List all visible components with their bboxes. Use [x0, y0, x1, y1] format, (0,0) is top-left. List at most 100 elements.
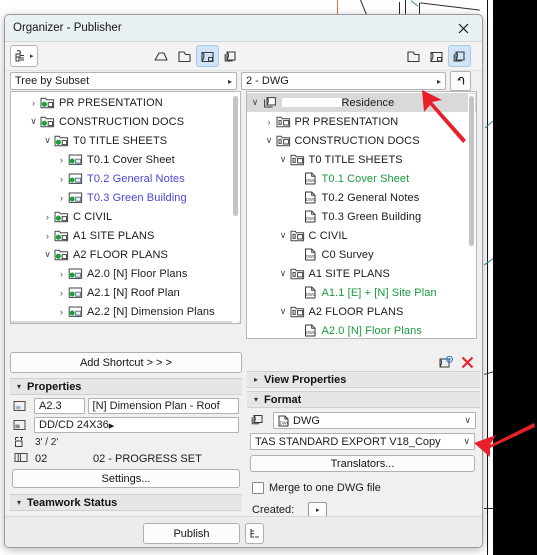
- chevron-down-icon[interactable]: ∨: [41, 249, 54, 260]
- chevron-right-icon[interactable]: ›: [55, 155, 68, 165]
- tree-row[interactable]: ∨ CONSTRUCTION DOCS: [247, 131, 477, 150]
- close-icon[interactable]: [452, 18, 474, 38]
- publisher-sets-icon[interactable]: [219, 45, 242, 67]
- publisher-sets-icon[interactable]: [448, 45, 471, 67]
- chevron-down-icon: ∨: [463, 436, 470, 446]
- layout-id-field[interactable]: A2.3: [34, 398, 85, 414]
- chevron-down-icon[interactable]: ∨: [277, 154, 290, 165]
- tree-row[interactable]: ∨ A2 FLOOR PLANS: [247, 302, 477, 321]
- svg-text:DWG: DWG: [306, 292, 316, 297]
- tree-view-icon[interactable]: ▸: [10, 45, 38, 67]
- right-tree-scrollbar[interactable]: [468, 94, 475, 338]
- chevron-right-icon[interactable]: ›: [55, 307, 68, 317]
- tree-row[interactable]: › A2.1 [N] Roof Plan: [11, 283, 240, 302]
- tree-row-label: A2 FLOOR PLANS: [308, 305, 404, 318]
- tree-row[interactable]: DWG T0.1 Cover Sheet: [247, 169, 477, 188]
- tree-row[interactable]: ∨ A1 SITE PLANS: [247, 264, 477, 283]
- publisher-set-icon: [262, 96, 278, 109]
- merge-dwg-checkbox[interactable]: [252, 482, 264, 494]
- view-map-icon[interactable]: [402, 45, 425, 67]
- publish-button[interactable]: Publish: [143, 523, 240, 544]
- dwg-file-icon: DWG: [304, 172, 318, 185]
- svg-text:DWG: DWG: [306, 197, 316, 202]
- tree-row[interactable]: ∨ A2 FLOOR PLANS: [11, 245, 240, 264]
- tree-row[interactable]: › T0.1 Cover Sheet: [11, 150, 240, 169]
- chevron-right-icon[interactable]: ›: [41, 231, 54, 241]
- tree-row[interactable]: › T0.2 General Notes: [11, 169, 240, 188]
- translator-select[interactable]: TAS STANDARD EXPORT V18_Copy ∨: [250, 433, 475, 450]
- chevron-right-icon[interactable]: ›: [27, 98, 40, 108]
- chevron-right-icon[interactable]: ›: [55, 193, 68, 203]
- tree-row[interactable]: › T0.3 Green Building: [11, 188, 240, 207]
- play-arrow-icon[interactable]: ▸: [308, 502, 328, 517]
- tree-row[interactable]: › A2.2 [N] Dimension Plans: [11, 302, 240, 321]
- dwg-folder-icon: [290, 153, 305, 166]
- tree-row[interactable]: › PR PRESENTATION: [11, 93, 240, 112]
- chevron-right-icon[interactable]: ›: [41, 212, 54, 222]
- tree-row[interactable]: ∨ CONSTRUCTION DOCS: [11, 112, 240, 131]
- tree-row[interactable]: ›A2.3 [N] Dimension Plan - Roof: [11, 321, 240, 323]
- tree-row[interactable]: DWG C0 Survey: [247, 245, 477, 264]
- properties-stamp-icon[interactable]: [439, 355, 453, 372]
- settings-button[interactable]: Settings...: [12, 469, 240, 488]
- remove-x-icon[interactable]: [461, 356, 474, 372]
- go-up-arrow-icon[interactable]: [450, 71, 471, 91]
- tree-mode-select[interactable]: Tree by Subset ▸: [10, 72, 237, 90]
- tree-row[interactable]: ∨ T0 TITLE SHEETS: [247, 150, 477, 169]
- dialog-title: Organizer - Publisher: [13, 22, 122, 34]
- tree-row-label: CONSTRUCTION DOCS: [294, 134, 420, 147]
- chevron-down-icon[interactable]: ∨: [41, 135, 54, 146]
- layout-book-tree[interactable]: › PR PRESENTATION ∨ CONSTRUCTION DOCS ∨ T0 TI…: [11, 92, 240, 323]
- chevron-down-icon[interactable]: ∨: [277, 230, 290, 241]
- layout-book-icon[interactable]: [425, 45, 448, 67]
- publisher-set-tree-pane[interactable]: ∨ Residence › PR PRESENTATION ∨ CONSTRUCTION …: [245, 91, 477, 339]
- dwg-folder-icon: [276, 115, 291, 128]
- tree-row[interactable]: ∨ Residence: [246, 93, 476, 112]
- tree-row[interactable]: ∨ T0 TITLE SHEETS: [11, 131, 240, 150]
- tree-row[interactable]: › PR PRESENTATION: [247, 112, 477, 131]
- format-type-select[interactable]: DWG DWG ∨: [273, 412, 476, 429]
- teamwork-section-header[interactable]: ▾ Teamwork Status: [10, 494, 242, 511]
- view-properties-section-header[interactable]: ▸ View Properties: [247, 371, 480, 388]
- left-tree-scrollbar[interactable]: [231, 94, 239, 323]
- chevron-down-icon[interactable]: ∨: [27, 116, 40, 127]
- chevron-down-icon[interactable]: ∨: [277, 268, 290, 279]
- format-section-header[interactable]: ▾ Format: [247, 391, 480, 408]
- chevron-down-icon[interactable]: ∨: [249, 97, 262, 108]
- translators-button[interactable]: Translators...: [250, 455, 475, 472]
- layout-book-icon[interactable]: [196, 45, 219, 67]
- tree-row[interactable]: › A2.0 [N] Floor Plans: [11, 264, 240, 283]
- publisher-set-select[interactable]: 2 - DWG ▸: [241, 72, 446, 90]
- tree-row-label: T0.1 Cover Sheet: [321, 172, 410, 185]
- chevron-down-icon[interactable]: ∨: [263, 135, 276, 146]
- properties-section-header[interactable]: ▾ Properties: [10, 378, 242, 395]
- toolbar: ▸: [5, 42, 482, 71]
- add-shortcut-button[interactable]: Add Shortcut > > >: [10, 352, 242, 373]
- tree-row-label: A1.1 [E] + [N] Site Plan: [321, 286, 437, 299]
- chevron-right-icon[interactable]: ›: [55, 288, 68, 298]
- dwg-folder-icon: [276, 134, 291, 147]
- chevron-right-icon[interactable]: ›: [263, 117, 276, 127]
- tree-row-label: T0.3 Green Building: [321, 210, 422, 223]
- merge-dwg-label: Merge to one DWG file: [269, 482, 381, 494]
- tree-row-label: CONSTRUCTION DOCS: [59, 115, 185, 128]
- tree-list-icon[interactable]: [245, 523, 264, 544]
- chevron-right-icon[interactable]: ›: [55, 174, 68, 184]
- project-map-icon[interactable]: [150, 45, 173, 67]
- tree-row[interactable]: DWG A1.1 [E] + [N] Site Plan: [247, 283, 477, 302]
- layout-name-field[interactable]: [N] Dimension Plan - Roof: [87, 398, 239, 414]
- tree-row[interactable]: DWG A2.0 [N] Floor Plans: [247, 321, 477, 338]
- tree-row[interactable]: DWG T0.2 General Notes: [247, 188, 477, 207]
- chevron-right-icon[interactable]: ›: [55, 269, 68, 279]
- layout-book-tree-pane[interactable]: › PR PRESENTATION ∨ CONSTRUCTION DOCS ∨ T0 TI…: [10, 91, 241, 324]
- chevron-down-icon[interactable]: ∨: [277, 306, 290, 317]
- tree-row[interactable]: ∨ C CIVIL: [247, 226, 477, 245]
- tree-row[interactable]: › C CIVIL: [11, 207, 240, 226]
- tree-row[interactable]: DWG T0.3 Green Building: [247, 207, 477, 226]
- tree-row[interactable]: › A1 SITE PLANS: [11, 226, 240, 245]
- view-map-icon[interactable]: [173, 45, 196, 67]
- tree-row-label: A2.2 [N] Dimension Plans: [87, 305, 215, 318]
- master-layout-select[interactable]: DD/CD 24X36 ▸: [34, 417, 239, 433]
- publisher-set-tree[interactable]: ∨ Residence › PR PRESENTATION ∨ CONSTRUCTION …: [246, 92, 477, 338]
- dwg-folder-icon: [290, 229, 305, 242]
